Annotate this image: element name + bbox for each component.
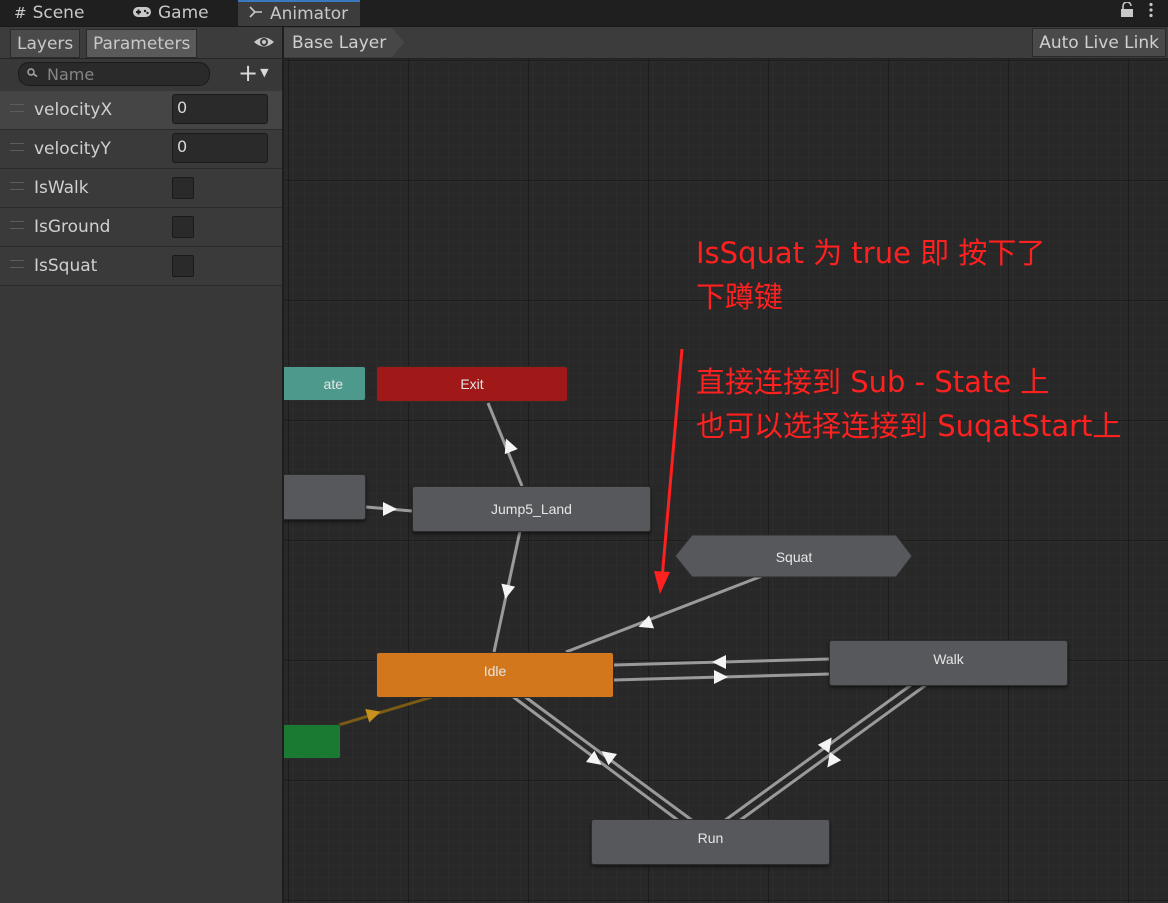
window-tab-bar: # Scene Game Animator (0, 0, 1168, 27)
add-parameter-button[interactable]: + ▼ (238, 61, 269, 85)
parameter-row[interactable]: velocityX 0 (0, 91, 282, 130)
annotation-line-1: IsSquat 为 true 即 按下了 (696, 236, 1046, 270)
drag-handle-icon[interactable] (10, 182, 24, 190)
grid-icon: # (14, 4, 27, 22)
tab-parameters[interactable]: Parameters (86, 29, 198, 58)
grid-background (284, 59, 1168, 903)
search-box (18, 62, 210, 86)
float-value-field[interactable]: 0 (172, 94, 268, 124)
node-entry[interactable] (284, 724, 341, 759)
parameter-row[interactable]: IsGround (0, 208, 282, 247)
kebab-menu-icon[interactable] (1148, 2, 1154, 22)
node-any-state[interactable]: ate (284, 366, 366, 401)
parameter-name: velocityY (34, 139, 111, 159)
plus-icon: + (238, 59, 259, 87)
annotation-line-2: 下蹲键 (696, 280, 784, 314)
drag-handle-icon[interactable] (10, 221, 24, 229)
node-run[interactable]: Run (591, 819, 830, 865)
panel-tabs: Layers Parameters (0, 27, 282, 59)
bool-checkbox[interactable] (172, 177, 194, 199)
tab-game[interactable]: Game (132, 0, 209, 26)
annotation-line-4: 也可以选择连接到 SuqatStart上 (696, 409, 1122, 443)
node-exit[interactable]: Exit (376, 366, 568, 402)
gamepad-icon (132, 4, 152, 22)
parameter-name: IsSquat (34, 256, 98, 276)
parameter-row[interactable]: IsSquat (0, 247, 282, 286)
search-row: + ▼ (0, 58, 282, 90)
tab-scene[interactable]: # Scene (14, 0, 84, 26)
chevron-down-icon: ▼ (260, 66, 269, 79)
animator-icon (248, 5, 264, 23)
drag-handle-icon[interactable] (10, 260, 24, 268)
drag-handle-icon[interactable] (10, 104, 24, 112)
tab-layers[interactable]: Layers (10, 29, 81, 58)
annotation-line-3: 直接连接到 Sub - State 上 (696, 365, 1050, 399)
breadcrumb-base-layer[interactable]: Base Layer (284, 28, 404, 57)
float-value-field[interactable]: 0 (172, 133, 268, 163)
parameter-name: IsWalk (34, 178, 89, 198)
auto-live-link-button[interactable]: Auto Live Link (1032, 28, 1166, 57)
parameter-row[interactable]: velocityY 0 (0, 130, 282, 169)
drag-handle-icon[interactable] (10, 143, 24, 151)
parameter-list: velocityX 0 velocityY 0 IsWalk IsGround … (0, 91, 282, 286)
eye-icon[interactable] (253, 32, 275, 52)
node-squat[interactable]: Squat (680, 537, 908, 577)
bool-checkbox[interactable] (172, 216, 194, 238)
node-jump5-land[interactable]: Jump5_Land (412, 486, 651, 532)
tab-animator[interactable]: Animator (238, 0, 361, 26)
node-jump-prev[interactable] (284, 474, 366, 520)
search-icon (27, 67, 39, 81)
parameter-name: velocityX (34, 100, 113, 120)
lock-icon[interactable] (1120, 1, 1134, 22)
bool-checkbox[interactable] (172, 255, 194, 277)
state-machine-graph[interactable]: ate Exit Jump5_Land Squat Idle Walk Run … (284, 59, 1168, 903)
parameter-name: IsGround (34, 217, 111, 237)
parameter-row[interactable]: IsWalk (0, 169, 282, 208)
window-buttons (1120, 1, 1154, 22)
node-walk[interactable]: Walk (829, 640, 1068, 686)
node-idle[interactable]: Idle (376, 652, 614, 698)
tab-animator-label: Animator (270, 4, 349, 24)
tab-scene-label: Scene (32, 3, 85, 23)
tab-game-label: Game (158, 3, 209, 23)
graph-toolbar: Base Layer Auto Live Link (284, 27, 1168, 59)
parameters-panel: Layers Parameters + ▼ velocityX 0 veloci… (0, 27, 284, 903)
search-input[interactable] (45, 63, 199, 85)
graph-canvas (284, 59, 1168, 903)
